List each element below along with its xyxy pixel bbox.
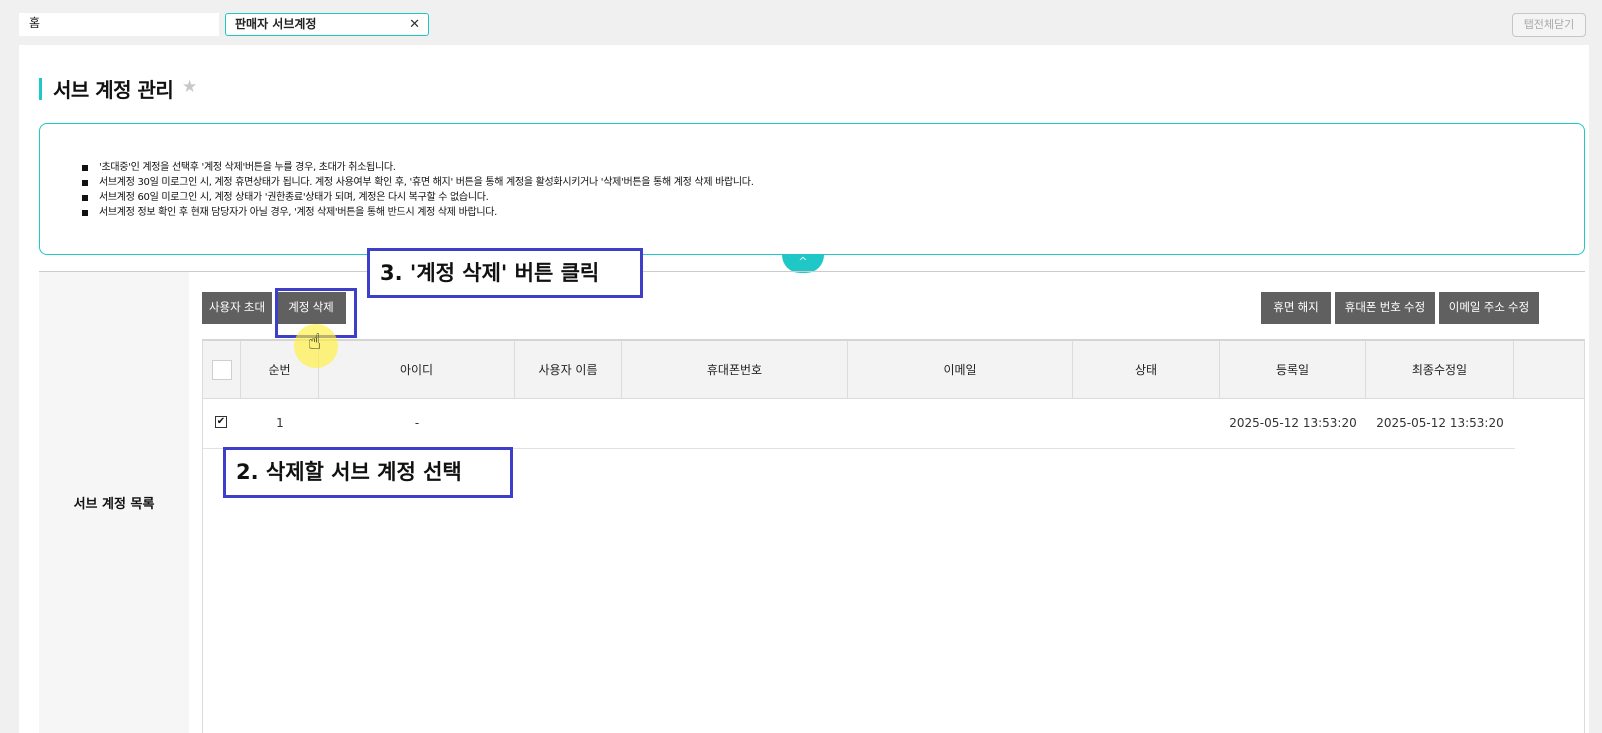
page-content: 서브 계정 관리 ★ '초대중'인 계정을 선택후 '계정 삭제'버튼을 누를 … [19, 45, 1589, 733]
header-id: 아이디 [319, 341, 515, 399]
header-status: 상태 [1073, 341, 1220, 399]
release-dormant-button[interactable]: 휴면 해지 [1261, 292, 1331, 324]
page-title: 서브 계정 관리 [53, 78, 174, 102]
notice-item: 서브계정 60일 미로그인 시, 계정 상태가 '권한종료'상태가 되며, 계정… [82, 190, 754, 205]
header-phone: 휴대폰번호 [622, 341, 848, 399]
edit-phone-button[interactable]: 휴대폰 번호 수정 [1335, 292, 1435, 324]
title-accent-bar [39, 78, 42, 100]
tab-home-label: 홈 [29, 16, 41, 30]
header-modified: 최종수정일 [1366, 341, 1514, 399]
notice-list: '초대중'인 계정을 선택후 '계정 삭제'버튼을 누를 경우, 초대가 취소됩… [82, 160, 754, 220]
edit-email-button[interactable]: 이메일 주소 수정 [1439, 292, 1539, 324]
divider [39, 271, 1585, 272]
notice-item: 서브계정 30일 미로그인 시, 계정 휴면상태가 됩니다. 계정 사용여부 확… [82, 175, 754, 190]
notice-item: '초대중'인 계정을 선택후 '계정 삭제'버튼을 누를 경우, 초대가 취소됩… [82, 160, 754, 175]
tab-sub-account[interactable]: 판매자 서브계정 ✕ [225, 13, 429, 36]
select-all-checkbox[interactable] [212, 360, 232, 380]
section-label-column: 서브 계정 목록 [39, 272, 189, 733]
cell-phone [622, 399, 848, 447]
table-header: 순번 아이디 사용자 이름 휴대폰번호 이메일 상태 등록일 최종수정일 [203, 341, 1584, 399]
header-name: 사용자 이름 [515, 341, 622, 399]
notice-item: 서브계정 정보 확인 후 현재 담당자가 아닐 경우, '계정 삭제'버튼을 통… [82, 205, 754, 220]
step2-callout: 2. 삭제할 서브 계정 선택 [223, 447, 513, 498]
cell-status [1073, 399, 1220, 447]
invite-user-button[interactable]: 사용자 초대 [202, 292, 272, 324]
section-label: 서브 계정 목록 [73, 497, 155, 512]
header-email: 이메일 [848, 341, 1073, 399]
tab-home[interactable]: 홈 [19, 13, 219, 36]
header-registered: 등록일 [1220, 341, 1366, 399]
favorite-star-icon[interactable]: ★ [182, 77, 197, 97]
row-checkbox[interactable]: ✔ [215, 416, 227, 428]
notice-box: '초대중'인 계정을 선택후 '계정 삭제'버튼을 누를 경우, 초대가 취소됩… [39, 123, 1585, 255]
cell-email [848, 399, 1073, 447]
cell-no: 1 [276, 416, 284, 430]
sub-account-table: 순번 아이디 사용자 이름 휴대폰번호 이메일 상태 등록일 최종수정일 ✔ 1… [202, 339, 1585, 733]
cell-name [515, 399, 622, 447]
cell-modified: 2025-05-12 13:53:20 [1376, 416, 1504, 430]
close-all-tabs-button[interactable]: 탭전체닫기 [1512, 13, 1586, 37]
header-checkbox-cell [203, 341, 241, 399]
cell-id: - [414, 416, 420, 430]
step3-callout: 3. '계정 삭제' 버튼 클릭 [367, 248, 643, 298]
tab-bar: 홈 판매자 서브계정 ✕ 탭전체닫기 [0, 0, 1602, 45]
cell-registered: 2025-05-12 13:53:20 [1229, 416, 1357, 430]
hand-cursor-icon: ☝ [308, 330, 322, 355]
close-icon[interactable]: ✕ [409, 14, 420, 35]
tab-sub-account-label: 판매자 서브계정 [235, 17, 317, 31]
table-row[interactable]: ✔ 1 - 2025-05-12 13:53:20 2025-05-12 13:… [203, 399, 1515, 449]
